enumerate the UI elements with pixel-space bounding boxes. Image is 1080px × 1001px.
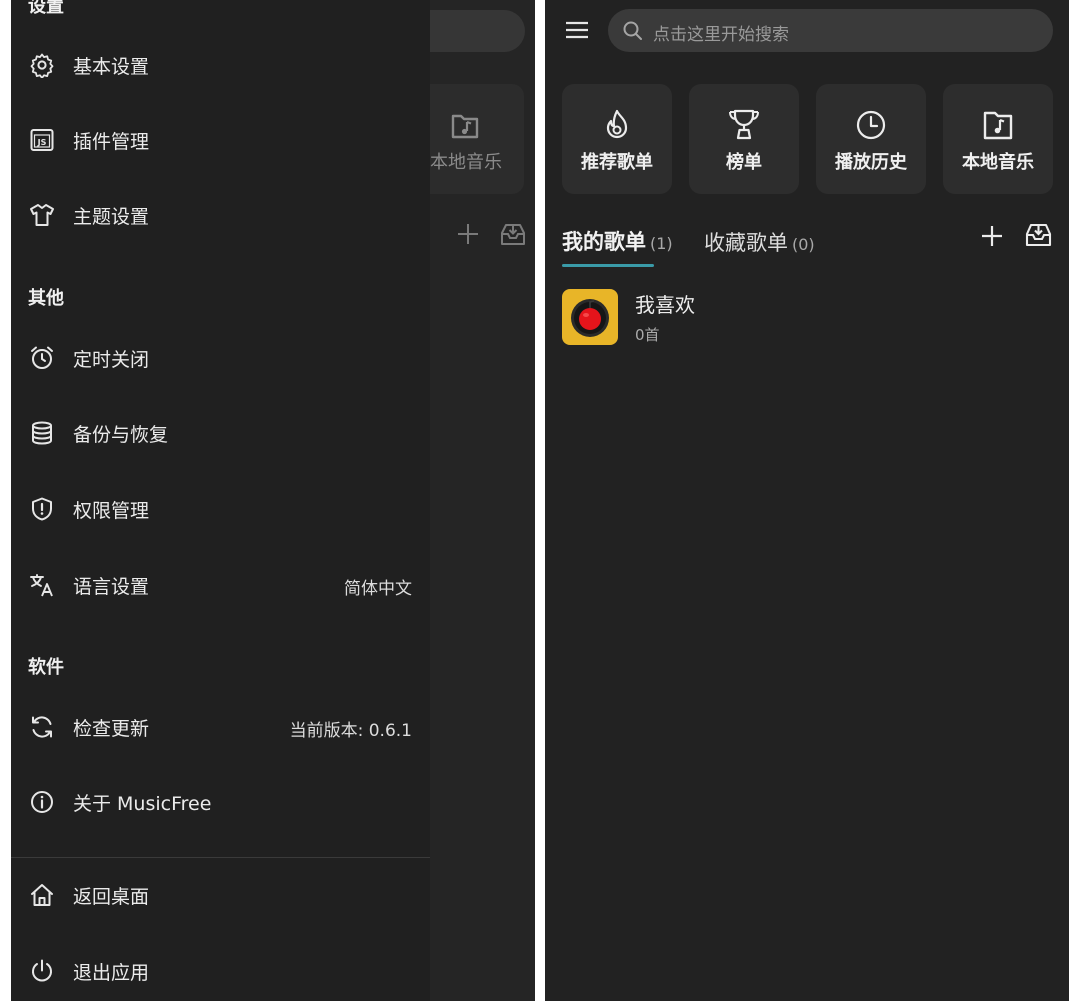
menu-item-check-update[interactable]: 检查更新 当前版本: 0.6.1 [11, 699, 430, 755]
album-cover-art [571, 299, 609, 337]
add-playlist-icon[interactable] [979, 223, 1005, 249]
refresh-icon [32, 716, 52, 738]
background-search-bar [430, 10, 525, 52]
active-tab-indicator [562, 264, 654, 267]
plus-icon [458, 224, 478, 244]
info-icon [31, 791, 53, 813]
menu-item-label: 关于 MusicFree [73, 793, 212, 815]
current-language-value: 简体中文 [344, 579, 412, 599]
shirt-icon [30, 204, 54, 226]
search-icon [623, 21, 642, 40]
tab-my-playlists[interactable]: 我的歌单 (1) [562, 226, 673, 256]
js-plugin-icon: JS [30, 129, 54, 151]
quick-card-label: 推荐歌单 [581, 152, 653, 173]
search-placeholder: 点击这里开始搜索 [653, 25, 789, 45]
section-title-other: 其他 [28, 288, 64, 309]
section-title-settings: 设置 [28, 0, 64, 17]
tab-label: 收藏歌单 [704, 231, 788, 255]
music-folder-icon [983, 111, 1013, 140]
charts-card[interactable]: 榜单 [689, 84, 799, 194]
playlist-item-favorites[interactable]: 我喜欢 0首 [562, 289, 1052, 347]
recommended-playlists-card[interactable]: 推荐歌单 [562, 84, 672, 194]
gear-icon [30, 53, 54, 78]
play-history-card[interactable]: 播放历史 [816, 84, 926, 194]
database-icon [32, 421, 52, 445]
tab-count: (0) [792, 235, 815, 254]
trophy-icon [729, 109, 759, 140]
drawer-screen: 本地音乐 设置 基本设置 JS 插件管理 主题设置 其他 定时关闭 备份与恢复 … [11, 0, 535, 1001]
menu-item-label: 语言设置 [73, 576, 150, 598]
alarm-clock-icon [31, 346, 53, 369]
quick-card-label: 播放历史 [835, 152, 907, 173]
menu-item-backup-restore[interactable]: 备份与恢复 [11, 405, 430, 461]
menu-item-label: 备份与恢复 [73, 424, 169, 446]
tab-favorite-playlists[interactable]: 收藏歌单 (0) [704, 227, 815, 257]
menu-item-basic-settings[interactable]: 基本设置 [11, 37, 430, 93]
tab-count: (1) [650, 234, 673, 253]
background-card-label: 本地音乐 [430, 152, 502, 173]
tab-label: 我的歌单 [562, 230, 646, 254]
menu-item-label: 定时关闭 [73, 349, 150, 371]
power-icon [32, 959, 52, 982]
menu-item-label: 主题设置 [73, 206, 150, 228]
music-folder-icon [451, 114, 479, 139]
quick-card-label: 榜单 [726, 152, 762, 173]
menu-item-label: 返回桌面 [73, 886, 150, 908]
menu-item-back-to-desktop[interactable]: 返回桌面 [11, 867, 430, 923]
menu-item-permission-management[interactable]: 权限管理 [11, 481, 430, 537]
menu-item-plugin-management[interactable]: JS 插件管理 [11, 112, 430, 168]
hamburger-menu-icon[interactable] [565, 18, 589, 42]
menu-item-label: 基本设置 [73, 56, 150, 78]
quick-card-label: 本地音乐 [962, 152, 1034, 173]
translate-icon [30, 574, 53, 597]
menu-item-label: 退出应用 [73, 962, 150, 984]
local-music-card[interactable]: 本地音乐 [943, 84, 1053, 194]
menu-item-timed-close[interactable]: 定时关闭 [11, 330, 430, 386]
svg-text:JS: JS [37, 138, 47, 147]
playlist-cover-image [562, 289, 618, 345]
navigation-drawer: 设置 基本设置 JS 插件管理 主题设置 其他 定时关闭 备份与恢复 权限管理 … [11, 0, 430, 1001]
menu-item-label: 插件管理 [73, 131, 150, 153]
shield-icon [32, 497, 52, 521]
background-local-music-card: 本地音乐 [430, 84, 524, 194]
menu-item-label: 检查更新 [73, 718, 150, 740]
background-app-area[interactable]: 本地音乐 [430, 0, 535, 1001]
menu-item-theme-settings[interactable]: 主题设置 [11, 187, 430, 243]
divider [11, 857, 430, 858]
playlist-song-count: 0首 [635, 326, 660, 344]
menu-item-exit-app[interactable]: 退出应用 [11, 943, 430, 999]
import-playlist-icon[interactable] [1024, 220, 1053, 249]
menu-item-label: 权限管理 [73, 500, 150, 522]
menu-item-about[interactable]: 关于 MusicFree [11, 774, 430, 830]
clock-icon [856, 110, 886, 140]
inbox-download-icon [501, 224, 525, 245]
section-title-software: 软件 [28, 657, 64, 678]
current-version-value: 当前版本: 0.6.1 [289, 721, 412, 741]
menu-item-language-settings[interactable]: 语言设置 简体中文 [11, 557, 430, 613]
flame-icon [606, 109, 628, 139]
playlist-title: 我喜欢 [635, 293, 695, 317]
search-input[interactable]: 点击这里开始搜索 [608, 9, 1053, 52]
home-screen: 点击这里开始搜索 推荐歌单 榜单 播放历史 本地音乐 我的歌单 (1) 收藏歌单… [545, 0, 1069, 1001]
home-icon [31, 884, 53, 906]
